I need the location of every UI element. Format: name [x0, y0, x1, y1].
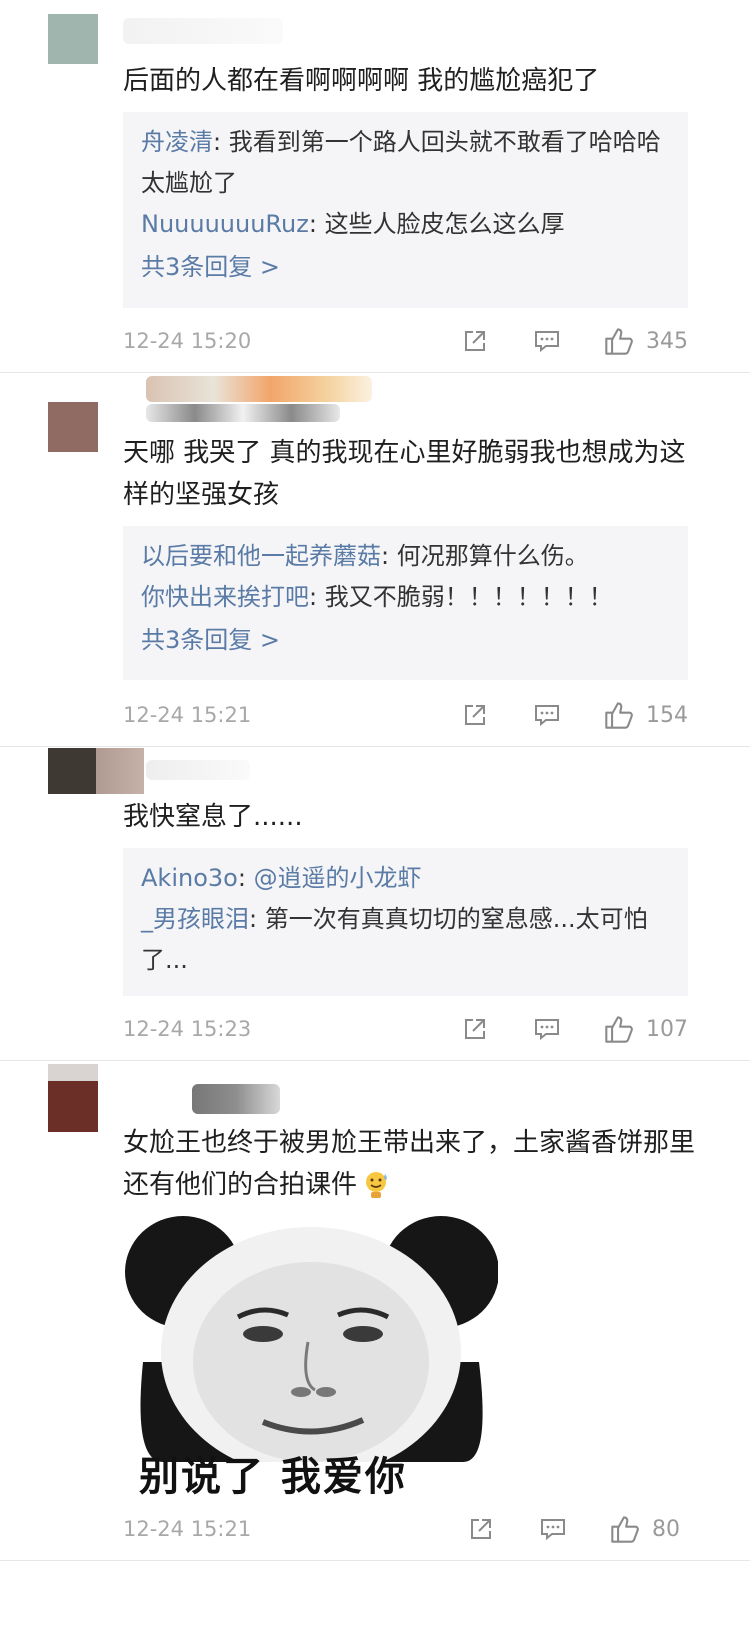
reply-username[interactable]: Akino3o — [141, 864, 238, 892]
reply-username[interactable]: 舟凌清 — [141, 128, 213, 156]
reply-box[interactable]: 以后要和他一起养蘑菇: 何况那算什么伤。 你快出来挨打吧: 我又不脆弱！！！！！… — [123, 526, 688, 680]
comment-footer: 12-24 15:20 345 — [123, 324, 688, 358]
reply-item: 舟凌清: 我看到第一个路人回头就不敢看了哈哈哈太尴尬了 — [141, 128, 661, 197]
timestamp: 12-24 15:21 — [123, 703, 252, 727]
share-icon[interactable] — [462, 702, 488, 728]
sweat-smile-emoji-icon — [366, 1172, 387, 1198]
mention-link[interactable]: @逍遥的小龙虾 — [254, 864, 422, 892]
comment-icon[interactable] — [534, 1016, 560, 1042]
reply-username[interactable]: 你快出来挨打吧 — [141, 583, 309, 611]
meme-caption: 别说了 我爱你 — [139, 1454, 407, 1500]
like-button[interactable]: 345 — [604, 326, 688, 356]
avatar[interactable] — [48, 1064, 98, 1132]
comment-footer: 12-24 15:23 107 — [123, 1012, 688, 1046]
divider — [0, 1060, 750, 1061]
share-icon[interactable] — [468, 1516, 494, 1542]
reply-username[interactable]: 以后要和他一起养蘑菇 — [141, 542, 381, 570]
share-icon[interactable] — [462, 328, 488, 354]
more-replies-link[interactable]: 共3条回复 > — [141, 618, 670, 662]
thumbs-up-icon — [605, 702, 633, 729]
thumbs-up-icon — [605, 328, 633, 355]
like-button[interactable]: 154 — [604, 700, 688, 730]
reply-box[interactable]: 舟凌清: 我看到第一个路人回头就不敢看了哈哈哈太尴尬了 NuuuuuuuRuz:… — [123, 112, 688, 308]
username-blurred[interactable] — [146, 376, 372, 402]
comment-text: 天哪 我哭了 真的我现在心里好脆弱我也想成为这样的坚强女孩 — [123, 438, 686, 510]
share-icon[interactable] — [462, 1016, 488, 1042]
like-button[interactable]: 80 — [610, 1514, 680, 1544]
reply-text: 何况那算什么伤。 — [396, 542, 589, 570]
reply-box[interactable]: Akino3o: @逍遥的小龙虾 _男孩眼泪: 第一次有真真切切的窒息感...太… — [123, 848, 688, 996]
reply-item: _男孩眼泪: 第一次有真真切切的窒息感...太可怕了... — [141, 905, 648, 974]
more-replies-link[interactable]: 共3条回复 > — [141, 245, 670, 289]
timestamp: 12-24 15:20 — [123, 329, 252, 353]
reply-text: 这些人脸皮怎么这么厚 — [324, 210, 565, 238]
reply-username[interactable]: NuuuuuuuRuz — [141, 210, 309, 238]
comment-icon[interactable] — [534, 328, 560, 354]
like-button[interactable]: 107 — [604, 1014, 688, 1044]
meme-image[interactable]: 别说了 我爱你 — [123, 1212, 498, 1502]
reply-item: 以后要和他一起养蘑菇: 何况那算什么伤。 — [141, 542, 589, 570]
username-blurred[interactable] — [123, 18, 283, 44]
reply-text: 我又不脆弱！！！！！！！ — [324, 583, 613, 611]
comment-text: 我快窒息了...... — [123, 802, 303, 832]
comment-text: 后面的人都在看啊啊啊啊 我的尴尬癌犯了 — [123, 66, 600, 96]
like-count: 107 — [646, 1016, 688, 1042]
avatar[interactable] — [48, 748, 144, 794]
reply-text: 我看到第一个路人回头就不敢看了哈哈哈太尴尬了 — [141, 128, 661, 197]
username-blurred[interactable] — [192, 1084, 280, 1114]
like-count: 154 — [646, 702, 688, 728]
comment-text: 女尬王也终于被男尬王带出来了，土家酱香饼那里还有他们的合拍课件 — [123, 1122, 703, 1206]
comment-footer: 12-24 15:21 80 — [123, 1512, 688, 1546]
like-count: 345 — [646, 328, 688, 354]
divider — [0, 372, 750, 373]
username-blurred[interactable] — [146, 404, 340, 422]
reply-item: NuuuuuuuRuz: 这些人脸皮怎么这么厚 — [141, 210, 565, 238]
comment-footer: 12-24 15:21 154 — [123, 698, 688, 732]
comment-text-body: 女尬王也终于被男尬王带出来了，土家酱香饼那里还有他们的合拍课件 — [123, 1128, 696, 1200]
thumbs-up-icon — [605, 1016, 633, 1043]
comment-icon[interactable] — [534, 702, 560, 728]
username-blurred[interactable] — [146, 760, 250, 780]
reply-item: Akino3o: @逍遥的小龙虾 — [141, 864, 422, 892]
reply-item: 你快出来挨打吧: 我又不脆弱！！！！！！！ — [141, 583, 613, 611]
avatar[interactable] — [48, 14, 98, 64]
comment-icon[interactable] — [540, 1516, 566, 1542]
like-count: 80 — [652, 1516, 680, 1542]
timestamp: 12-24 15:21 — [123, 1517, 252, 1541]
divider — [0, 746, 750, 747]
timestamp: 12-24 15:23 — [123, 1017, 252, 1041]
avatar[interactable] — [48, 402, 98, 452]
thumbs-up-icon — [611, 1516, 639, 1543]
divider — [0, 1560, 750, 1561]
reply-username[interactable]: _男孩眼泪 — [141, 905, 249, 933]
